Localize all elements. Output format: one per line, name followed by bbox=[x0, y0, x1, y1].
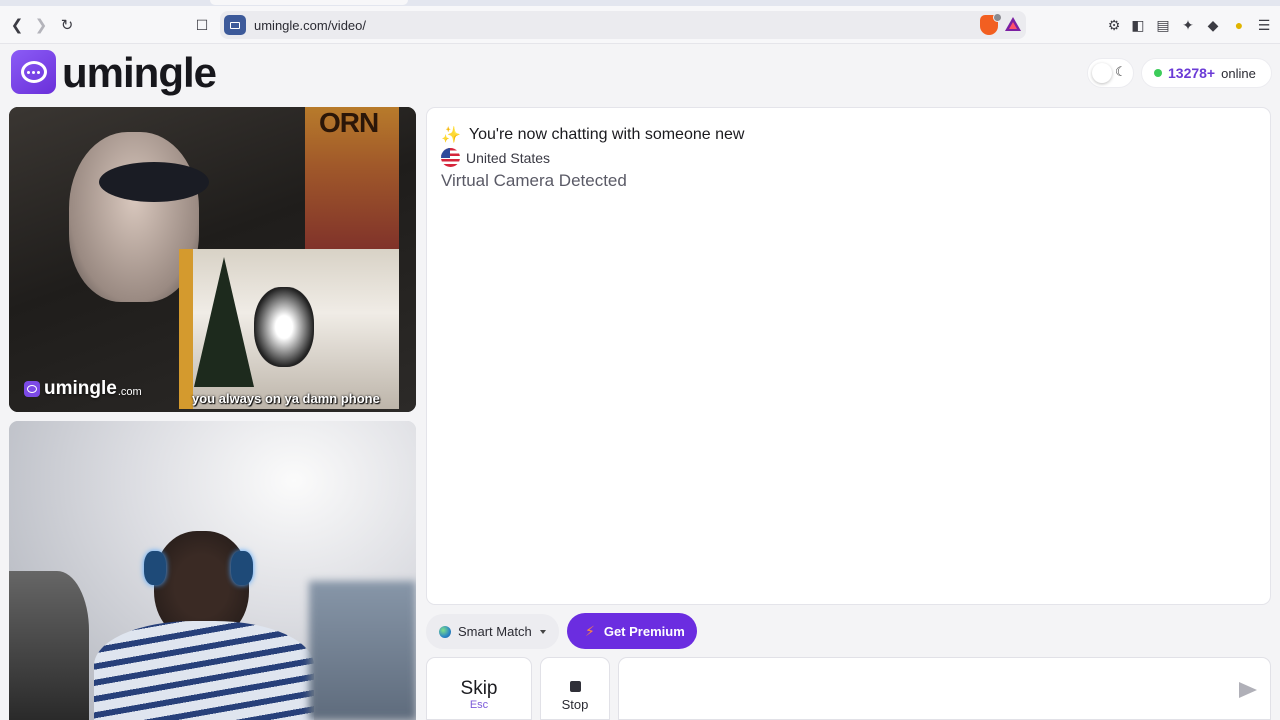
brave-rewards-icon[interactable] bbox=[1005, 17, 1021, 31]
get-premium-button[interactable]: ⚡ Get Premium bbox=[567, 613, 697, 649]
online-dot-icon bbox=[1154, 69, 1162, 77]
menu-icon[interactable]: ☰ bbox=[1253, 14, 1275, 36]
wallet-icon[interactable]: ▤ bbox=[1152, 14, 1174, 36]
sidebar-icon[interactable]: ◧ bbox=[1127, 14, 1149, 36]
url-text[interactable]: umingle.com/video/ bbox=[254, 18, 366, 33]
country-name: United States bbox=[466, 149, 551, 166]
umingle-watermark: umingle .com bbox=[24, 378, 142, 400]
back-icon[interactable]: ❮ bbox=[6, 14, 28, 36]
us-flag-icon bbox=[441, 148, 460, 167]
active-tab[interactable] bbox=[210, 0, 408, 5]
chat-log: ✨ You're now chatting with someone new U… bbox=[426, 107, 1271, 605]
chat-status-text: You're now chatting with someone new bbox=[468, 126, 745, 143]
online-label: online bbox=[1221, 65, 1256, 81]
address-bar[interactable]: umingle.com/video/ bbox=[220, 11, 1026, 39]
logo-icon[interactable] bbox=[11, 50, 56, 94]
lightning-icon: ⚡ bbox=[585, 622, 595, 639]
stop-icon bbox=[569, 681, 581, 692]
forward-icon[interactable]: ❯ bbox=[30, 14, 52, 36]
self-video bbox=[9, 421, 416, 720]
online-counter: 13278+ online bbox=[1141, 58, 1272, 88]
moon-icon: ☾ bbox=[1115, 64, 1127, 79]
vpn-icon[interactable]: ◆ bbox=[1202, 14, 1224, 36]
watermark-brand: umingle bbox=[44, 378, 117, 399]
profile-icon[interactable]: ● bbox=[1228, 14, 1250, 36]
browser-toolbar: ❮ ❯ ↻ ☐ umingle.com/video/ ⚙ ◧ ▤ ✦ ◆ ● ☰ bbox=[0, 6, 1280, 44]
site-video-icon bbox=[224, 15, 246, 35]
umingle-mini-logo-icon bbox=[24, 381, 40, 397]
stop-button[interactable]: Stop bbox=[540, 657, 610, 720]
send-icon[interactable] bbox=[1239, 682, 1257, 698]
smart-match-dropdown[interactable]: Smart Match bbox=[426, 614, 559, 649]
virtual-camera-warning: Virtual Camera Detected bbox=[441, 171, 627, 190]
extensions-icon[interactable]: ⚙ bbox=[1103, 14, 1125, 36]
brand-name[interactable]: umingle bbox=[62, 48, 217, 98]
brave-shields-icon[interactable] bbox=[980, 13, 1002, 35]
sparkle-icon: ✨ bbox=[441, 127, 461, 144]
stranger-video: ORN umingle .com you always on ya damn p… bbox=[9, 107, 416, 412]
match-mode-label: Smart Match bbox=[458, 624, 532, 639]
message-box bbox=[618, 657, 1271, 720]
leo-ai-icon[interactable]: ✦ bbox=[1177, 14, 1199, 36]
online-count: 13278+ bbox=[1168, 65, 1216, 81]
bookmark-icon[interactable]: ☐ bbox=[191, 14, 213, 36]
reload-icon[interactable]: ↻ bbox=[56, 14, 78, 36]
premium-label: Get Premium bbox=[603, 623, 685, 639]
video-caption: you always on ya damn phone bbox=[192, 391, 380, 406]
skip-label: Skip bbox=[460, 678, 498, 699]
watermark-tld: .com bbox=[117, 385, 142, 398]
stop-label: Stop bbox=[561, 697, 589, 712]
theme-toggle[interactable]: ☾ bbox=[1087, 58, 1134, 88]
skip-button[interactable]: Skip Esc bbox=[426, 657, 532, 720]
toggle-knob bbox=[1092, 63, 1112, 83]
chevron-down-icon bbox=[539, 629, 546, 634]
globe-icon bbox=[439, 625, 451, 638]
chat-status: ✨ You're now chatting with someone new bbox=[441, 125, 744, 145]
skip-shortcut: Esc bbox=[469, 699, 489, 711]
message-input[interactable] bbox=[631, 676, 1221, 702]
stranger-country: United States bbox=[441, 148, 550, 167]
